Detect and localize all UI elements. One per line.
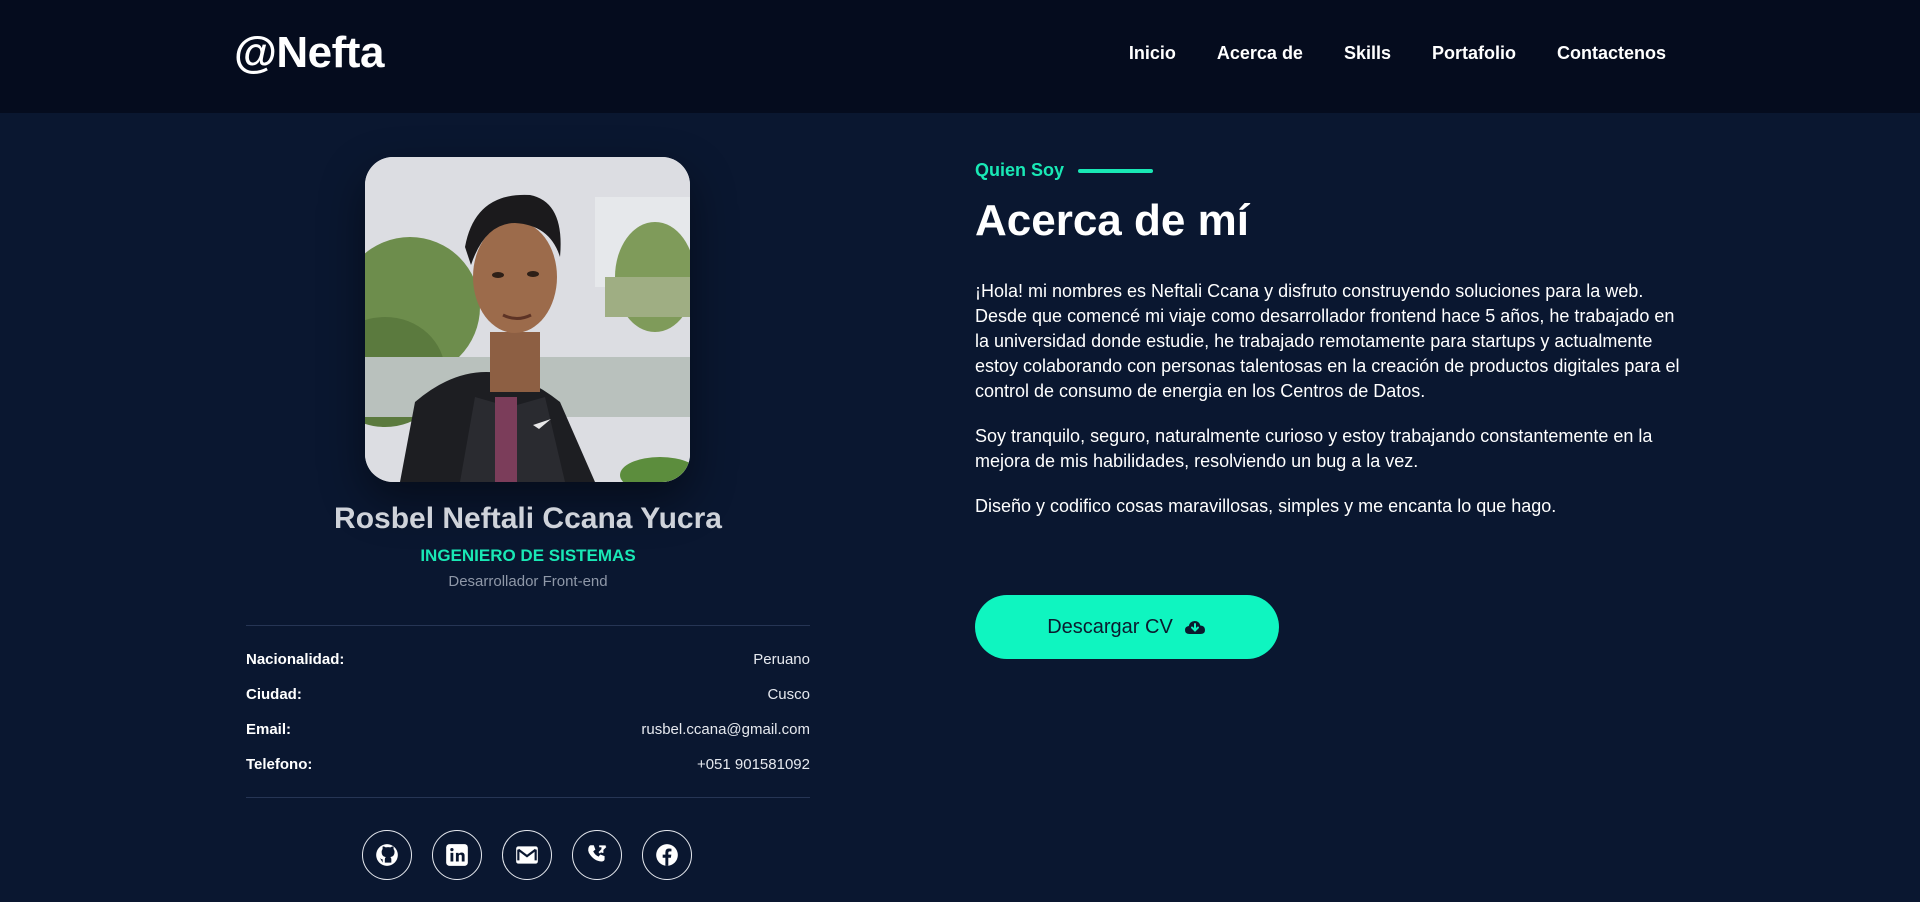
- phone-icon: [588, 845, 607, 862]
- info-value[interactable]: +051 901581092: [697, 756, 810, 773]
- info-value[interactable]: rusbel.ccana@gmail.com: [641, 721, 810, 738]
- bio-paragraph: Soy tranquilo, seguro, naturalmente curi…: [975, 426, 1653, 471]
- info-label: Telefono:: [246, 755, 313, 773]
- main-nav: Inicio Acerca de Skills Portafolio Conta…: [1129, 43, 1666, 64]
- eyebrow-label: Quien Soy: [975, 160, 1065, 180]
- profile-title: INGENIERO DE SISTEMAS: [420, 546, 636, 565]
- linkedin-icon: [446, 844, 468, 866]
- brand-logo[interactable]: @Nefta: [234, 28, 384, 78]
- info-label: Nacionalidad:: [246, 650, 345, 668]
- github-link[interactable]: [362, 830, 412, 880]
- info-row-email: Email: rusbel.ccana@gmail.com: [246, 719, 810, 739]
- mail-icon: [516, 846, 538, 864]
- facebook-link[interactable]: [642, 830, 692, 880]
- nav-link-contactenos[interactable]: Contactenos: [1557, 43, 1666, 64]
- social-links: [362, 830, 692, 880]
- download-cv-button[interactable]: Descargar CV: [975, 595, 1279, 659]
- phone-link[interactable]: [572, 830, 622, 880]
- info-row-ciudad: Ciudad: Cusco: [246, 684, 810, 704]
- nav-link-skills[interactable]: Skills: [1344, 43, 1391, 64]
- profile-role: Desarrollador Front-end: [448, 573, 608, 590]
- divider-bottom: [246, 797, 810, 798]
- divider-top: [246, 625, 810, 626]
- info-label: Ciudad:: [246, 685, 302, 703]
- eyebrow-line: [1078, 168, 1154, 173]
- info-label: Email:: [246, 720, 292, 738]
- info-row-nacionalidad: Nacionalidad: Peruano: [246, 649, 810, 669]
- nav-link-acerca-de[interactable]: Acerca de: [1217, 43, 1303, 64]
- github-icon: [376, 844, 398, 866]
- navbar: @Nefta Inicio Acerca de Skills Portafoli…: [0, 0, 1920, 113]
- bio-paragraph: ¡Hola! mi nombres es Neftali Ccana y dis…: [975, 281, 1680, 401]
- facebook-icon: [656, 844, 678, 866]
- nav-link-portafolio[interactable]: Portafolio: [1432, 43, 1516, 64]
- profile-name: Rosbel Neftali Ccana Yucra: [334, 502, 722, 535]
- email-link[interactable]: [502, 830, 552, 880]
- nav-link-inicio[interactable]: Inicio: [1129, 43, 1176, 64]
- about-heading: Acerca de mí: [975, 196, 1249, 245]
- info-row-telefono: Telefono: +051 901581092: [246, 754, 810, 774]
- cloud-download-icon: [1184, 621, 1205, 634]
- profile-photo: [365, 157, 690, 482]
- info-value: Cusco: [767, 685, 810, 703]
- download-cv-label: Descargar CV: [1047, 615, 1173, 638]
- section-eyebrow: Quien Soy: [975, 160, 1154, 181]
- bio-paragraph: Diseño y codifico cosas maravillosas, si…: [975, 496, 1557, 516]
- linkedin-link[interactable]: [432, 830, 482, 880]
- info-value: Peruano: [753, 650, 810, 668]
